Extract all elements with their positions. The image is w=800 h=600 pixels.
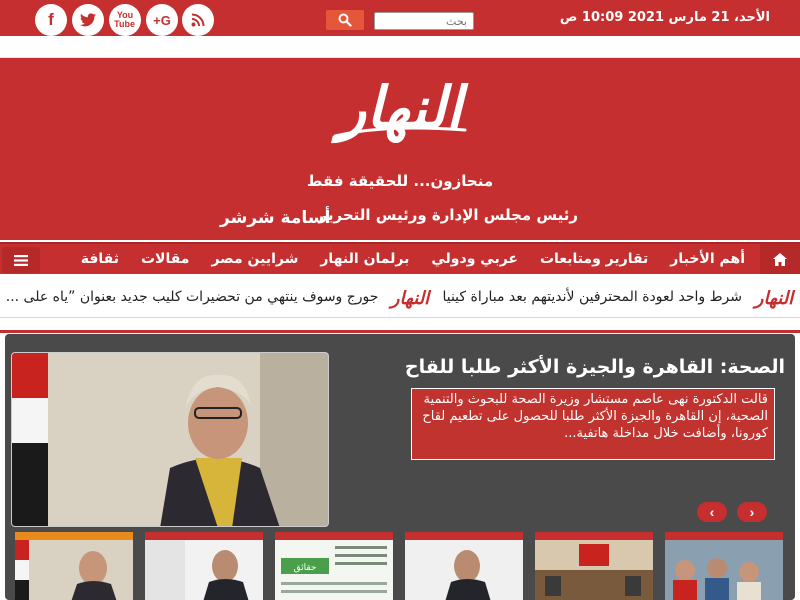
thumbnail-photo: حقائق [275,540,393,600]
youtube-button[interactable]: You Tube [109,4,141,36]
site-header: النهار منحازون... للحقيقة فقط رئيس مجلس … [0,58,800,240]
thumbnail-item[interactable] [535,532,653,600]
featured-title[interactable]: الصحة: القاهرة والجيزة الأكثر طلبا للقاح [405,356,785,378]
youtube-icon: You Tube [114,10,135,29]
top-bar: الأحد، 21 مارس 2021 10:09 ص f You Tube G… [0,0,800,36]
logo-icon: النهار [330,74,469,144]
thumbnail-item[interactable] [665,532,783,600]
slider-prev-button[interactable]: ‹ [737,502,767,522]
hamburger-icon [14,254,28,266]
thumbnail-strip: حقائق [15,532,791,600]
ticker-logo-icon: النهار [388,288,432,309]
nav-item-top-news[interactable]: أهم الأخبار [659,251,756,267]
search-button[interactable] [326,10,364,30]
search-input[interactable] [374,12,474,30]
ticker-item[interactable]: جورج وسوف ينتهي من تحضيرات كليب جديد بعن… [0,289,384,305]
section-divider [0,330,800,333]
chevron-right-icon: › [709,504,715,520]
menu-button[interactable] [2,247,40,273]
nav-item-culture[interactable]: ثقافة [70,251,130,267]
chairman-title: رئيس مجلس الإدارة ورئيس التحرير [318,206,578,224]
twitter-icon [80,13,96,27]
thumbnail-photo [405,540,523,600]
nav-home-button[interactable] [760,244,800,274]
thumbnail-item[interactable] [405,532,523,600]
thumbnail-text: حقائق [294,563,317,573]
featured-summary: قالت الدكتورة نهى عاصم مستشار وزيرة الصح… [411,388,775,460]
google-plus-icon: G+ [153,12,171,28]
svg-text:النهار: النهار [388,288,432,309]
thumbnail-item[interactable] [15,532,133,600]
featured-photo [12,353,328,526]
divider-strip [0,36,800,58]
news-ticker: النهار شرط واحد لعودة المحترفين لأنديتهم… [0,276,800,318]
featured-slider: الصحة: القاهرة والجيزة الأكثر طلبا للقاح… [5,334,795,600]
svg-text:النهار: النهار [752,288,796,309]
nav-item-reports[interactable]: تقارير ومتابعات [529,251,659,267]
chevron-left-icon: ‹ [749,504,755,520]
nav-item-egypt-arteries[interactable]: شرايين مصر [200,251,309,267]
ticker-logo-icon: النهار [752,288,796,309]
thumbnail-photo [535,540,653,600]
site-logo[interactable]: النهار [325,66,475,146]
thumbnail-item[interactable]: حقائق [275,532,393,600]
rss-icon [191,13,205,27]
thumbnail-photo [15,540,133,600]
facebook-button[interactable]: f [35,4,67,36]
home-icon [773,252,787,266]
chairman-name: أسامة شرشر [220,208,331,228]
current-date: الأحد، 21 مارس 2021 10:09 ص [559,10,770,25]
site-tagline: منحازون... للحقيقة فقط [306,172,494,190]
nav-item-articles[interactable]: مقالات [130,251,201,267]
featured-image[interactable] [11,352,329,527]
google-plus-button[interactable]: G+ [146,4,178,36]
thumbnail-photo [665,540,783,600]
search-icon [338,13,352,27]
nav-item-parliament[interactable]: برلمان النهار [309,251,420,267]
ticker-item[interactable]: شرط واحد لعودة المحترفين لأنديتهم بعد مب… [436,289,748,305]
slider-next-button[interactable]: › [697,502,727,522]
rss-button[interactable] [182,4,214,36]
facebook-icon: f [48,10,54,29]
nav-item-arab-world[interactable]: عربي ودولي [420,251,529,267]
twitter-button[interactable] [72,4,104,36]
thumbnail-photo [145,540,263,600]
thumbnail-item[interactable] [145,532,263,600]
main-nav: أهم الأخبار تقارير ومتابعات عربي ودولي ب… [0,242,800,274]
